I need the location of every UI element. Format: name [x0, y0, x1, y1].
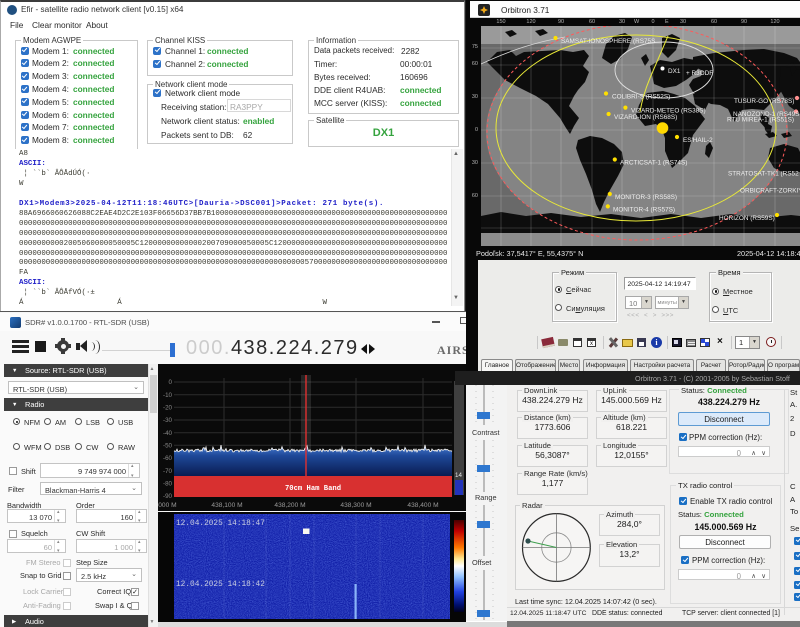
svg-text:-60: -60 [163, 455, 173, 462]
svg-text:MONITOR-3 (RS58S): MONITOR-3 (RS58S) [615, 194, 677, 201]
svg-text:TUSUR-GO (RS78S): TUSUR-GO (RS78S) [734, 98, 794, 105]
svg-text:438,400 M: 438,400 M [407, 502, 438, 509]
svg-text:RTU MIREA-1 (RS51S): RTU MIREA-1 (RS51S) [727, 117, 794, 124]
svg-text:-90: -90 [163, 493, 173, 500]
svg-text:+ R3ODF: + R3ODF [686, 70, 713, 77]
svg-text:438,100 M: 438,100 M [211, 502, 242, 509]
svg-text:ORBICRAFT-ZORKIY: ORBICRAFT-ZORKIY [740, 187, 800, 194]
svg-text:12.04.2025 14:18:42: 12.04.2025 14:18:42 [176, 581, 265, 589]
svg-text:ARCTICSAT-1 (RS74S): ARCTICSAT-1 (RS74S) [620, 160, 687, 167]
svg-text:-30: -30 [163, 417, 173, 424]
svg-text:DX1: DX1 [668, 68, 681, 75]
svg-text:STRATOSAT-TK1 (RS52: STRATOSAT-TK1 (RS52 [728, 171, 799, 178]
svg-text:0: 0 [169, 379, 173, 386]
svg-text:70cm Ham Band: 70cm Ham Band [285, 485, 341, 493]
svg-text:HORIZON (RS59S): HORIZON (RS59S) [719, 215, 775, 222]
svg-text:VIZARD-ION (RS68S): VIZARD-ION (RS68S) [614, 114, 677, 121]
svg-text:SAMSAT-IONOSPHERE (RS75S: SAMSAT-IONOSPHERE (RS75S [561, 38, 655, 45]
svg-text:438,300 M: 438,300 M [340, 502, 371, 509]
svg-text:-70: -70 [163, 468, 173, 475]
svg-text:MONITOR-4 (RS57S): MONITOR-4 (RS57S) [613, 206, 675, 213]
svg-text:438,200 M: 438,200 M [274, 502, 305, 509]
svg-text:-80: -80 [163, 481, 173, 488]
svg-text:ES'HAIL-2: ES'HAIL-2 [683, 137, 713, 144]
svg-text:438,000 M: 438,000 M [158, 502, 177, 509]
svg-text:-10: -10 [163, 392, 173, 399]
svg-text:COLIBRI-S (RS52S): COLIBRI-S (RS52S) [612, 94, 670, 101]
svg-text:-50: -50 [163, 443, 173, 450]
svg-text:-20: -20 [163, 405, 173, 412]
svg-text:12.04.2025 14:18:47: 12.04.2025 14:18:47 [176, 520, 265, 528]
svg-text:-40: -40 [163, 430, 173, 437]
